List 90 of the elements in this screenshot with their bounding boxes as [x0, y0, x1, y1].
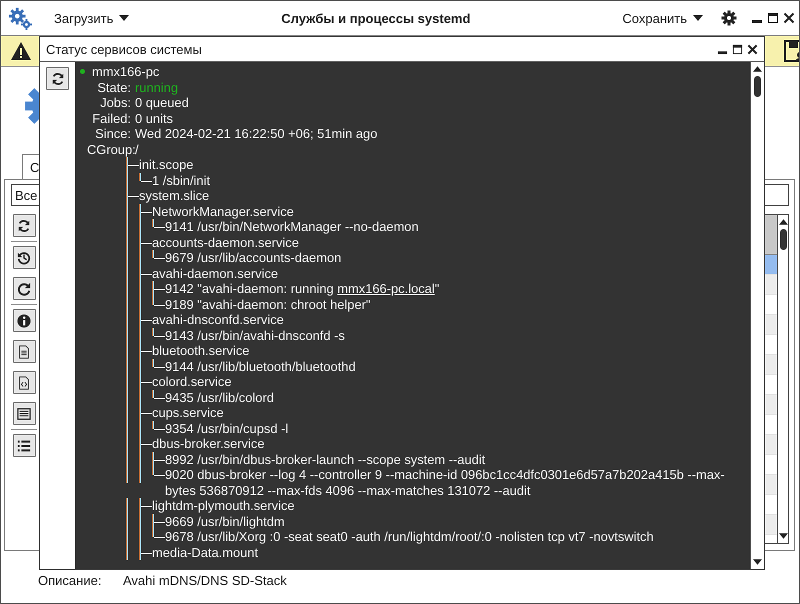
dialog-title: Статус сервисов системы: [46, 42, 202, 56]
tree-connector: [152, 514, 165, 529]
cgroup-entry: accounts-daemon.service: [152, 234, 299, 250]
field-value: running: [135, 80, 178, 94]
code-file-button[interactable]: [12, 371, 36, 394]
history-icon: [17, 250, 31, 264]
cgroup-entry: 9679 /usr/lib/accounts-daemon: [165, 250, 342, 266]
field-label: Failed:: [91, 110, 131, 126]
cgroup-entry: dbus-broker.service: [152, 436, 264, 452]
gears-icon[interactable]: [8, 6, 32, 30]
cgroup-entry: 9669 /usr/bin/lightdm: [165, 514, 285, 529]
description-label: Описание:: [38, 573, 102, 588]
reload-icon: [17, 282, 31, 296]
maximize-icon[interactable]: [767, 12, 779, 24]
save-menu[interactable]: Сохранить: [620, 8, 705, 28]
scroll-down-icon[interactable]: [753, 559, 762, 565]
cgroup-entry: 9354 /usr/bin/cupsd -l: [165, 420, 288, 436]
reload-button[interactable]: [12, 277, 36, 300]
field-value: /: [135, 142, 139, 156]
cgroup-entry: init.scope: [139, 157, 194, 172]
refresh-icon: [50, 72, 64, 86]
cgroup-entry: 9144 /usr/lib/bluetooth/bluetoothd: [165, 358, 356, 374]
caret-icon: [119, 15, 130, 21]
cgroup-entry: colord.service: [152, 374, 232, 390]
cgroup-entry: 9678 /usr/lib/Xorg :0 -seat seat0 -auth /run/lightdm/root/:0 -nolisten tcp vt7 -novtswitch: [165, 529, 654, 544]
refresh-button[interactable]: [46, 67, 69, 90]
document-icon: [17, 344, 31, 358]
close-icon[interactable]: [747, 44, 758, 54]
history-button[interactable]: [12, 246, 36, 269]
hostname-link[interactable]: mmx166-pc.local: [337, 281, 435, 296]
cgroup-entry: media-Data.mount: [152, 544, 258, 560]
code-file-icon: [17, 376, 31, 390]
list-icon: [17, 438, 31, 452]
refresh-button[interactable]: [12, 214, 36, 237]
cgroup-entry: lightdm-plymouth.service: [152, 498, 295, 514]
info-button[interactable]: [12, 309, 36, 332]
cgroup-entry: avahi-daemon.service: [152, 266, 278, 281]
field-value: 0 units: [135, 110, 173, 126]
settings-icon[interactable]: [721, 10, 737, 26]
cgroup-entry: NetworkManager.service: [152, 204, 294, 219]
field-value: Wed 2024-02-21 16:22:50 +06; 51min ago: [135, 126, 378, 141]
load-menu[interactable]: Загрузить: [52, 8, 132, 28]
tree-connector: [126, 188, 139, 204]
cgroup-entry: avahi-dnsconfd.service: [152, 312, 284, 328]
field-label: Since:: [94, 126, 131, 142]
host-name: mmx166-pc: [92, 64, 160, 79]
info-icon: [17, 314, 31, 328]
cgroup-entry: system.slice: [139, 188, 210, 204]
cgroup-entry: 9435 /usr/lib/colord: [165, 390, 274, 405]
tree-connector: [139, 436, 152, 452]
scroll-thumb[interactable]: [754, 76, 761, 97]
scroll-up-icon[interactable]: [778, 219, 788, 225]
scrollbar[interactable]: [777, 215, 788, 543]
maximize-icon[interactable]: [732, 44, 743, 54]
tree-connector: [139, 498, 152, 514]
window-title: Службы и процессы systemd: [280, 10, 472, 26]
close-icon[interactable]: [783, 12, 795, 24]
warning-icon: [10, 41, 32, 61]
tree-connector: [139, 405, 152, 420]
tree-connector: [139, 266, 152, 281]
cgroup-entry: 8992 /usr/bin/dbus-broker-launch --scope system --audit: [165, 452, 486, 467]
tree-connector: [139, 204, 152, 219]
tree-connector: [152, 452, 165, 467]
scroll-thumb[interactable]: [780, 229, 786, 250]
cgroup-entry: cups.service: [152, 405, 224, 420]
cgroup-entry: 9142 "avahi-daemon: running mmx166-pc.local": [165, 281, 440, 296]
field-label: Jobs:: [99, 95, 131, 110]
field-label: State:: [96, 80, 131, 95]
scrollbar[interactable]: [750, 62, 764, 569]
tree-connector: [139, 234, 152, 250]
field-value: 0 queued: [135, 95, 189, 110]
refresh-icon: [17, 218, 31, 232]
tree-connector: [152, 281, 165, 296]
cgroup-entry: 9141 /usr/bin/NetworkManager --no-daemon: [165, 219, 419, 234]
list-button[interactable]: [12, 434, 36, 457]
cgroup-entry: bluetooth.service: [152, 343, 250, 358]
tree-connector: [139, 312, 152, 328]
caret-icon: [693, 15, 703, 21]
tree-connector: [139, 374, 152, 390]
document-button[interactable]: [12, 340, 36, 363]
tree-connector: [126, 157, 139, 172]
cgroup-entry: 9143 /usr/bin/avahi-dnsconfd -s: [165, 328, 345, 343]
tree-connector: [139, 343, 152, 358]
cgroup-entry: 9189 "avahi-daemon: chroot helper": [165, 296, 371, 312]
description-value: Avahi mDNS/DNS SD-Stack: [123, 573, 287, 588]
tree-connector: [139, 544, 152, 560]
cgroup-entry: 1 /sbin/init: [152, 172, 210, 188]
list-window-icon: [17, 406, 31, 420]
list-view-button[interactable]: [12, 402, 36, 425]
scroll-down-icon[interactable]: [778, 533, 788, 539]
